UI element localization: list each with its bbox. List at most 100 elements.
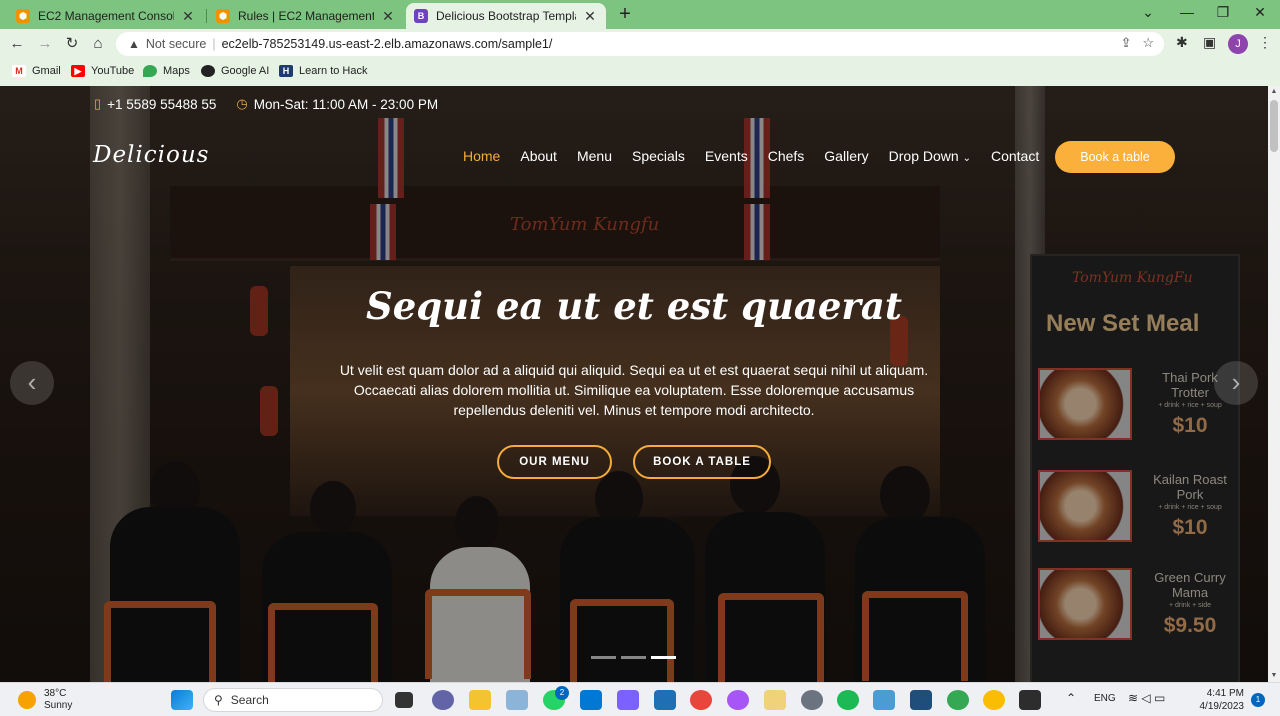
close-tab-icon[interactable]: ✕ [582, 8, 598, 25]
bookmark-maps[interactable]: Maps [143, 65, 190, 77]
windows-taskbar: 38°C Sunny ⚲ Search 2 ⌃ ENG ≋ ◁ ▭ 4:41 P… [0, 682, 1280, 716]
tab-title: Rules | EC2 Management Console [238, 9, 374, 23]
phone-number: +1 5589 55488 55 [107, 96, 217, 112]
chat-icon[interactable] [432, 690, 454, 710]
search-icon: ⚲ [214, 693, 223, 707]
wifi-volume-battery-icons[interactable]: ≋ ◁ ▭ [1128, 691, 1165, 705]
bookmark-label: Learn to Hack [299, 65, 368, 77]
bookmark-gmail[interactable]: M Gmail [12, 65, 61, 77]
nav-specials[interactable]: Specials [632, 148, 685, 164]
tab-delicious[interactable]: B Delicious Bootstrap Template - In ✕ [406, 3, 606, 29]
forward-icon[interactable]: → [34, 34, 56, 54]
carousel-indicators [591, 656, 681, 659]
clock-icon: ◷ [236, 96, 248, 111]
tab-title: Delicious Bootstrap Template - In [436, 9, 576, 23]
nav-home[interactable]: Home [463, 148, 500, 164]
reload-icon[interactable]: ↻ [61, 34, 83, 54]
scroll-thumb[interactable] [1270, 100, 1278, 152]
start-icon[interactable] [171, 690, 193, 710]
aws-favicon-icon: ⬢ [216, 9, 230, 23]
vscode-icon[interactable] [580, 690, 602, 710]
snipping-icon[interactable] [873, 690, 895, 710]
file-explorer-icon[interactable] [469, 690, 491, 710]
chrome-icon[interactable] [690, 690, 712, 710]
tab-strip: ⬢ EC2 Management Console ✕ ⬢ Rules | EC2… [0, 0, 1280, 29]
tab-divider [206, 9, 207, 23]
close-window-icon[interactable]: ✕ [1245, 4, 1275, 21]
carousel-indicator[interactable] [621, 656, 646, 659]
weather-condition: Sunny [44, 700, 73, 711]
aws-favicon-icon: ⬢ [16, 9, 30, 23]
nav-dropdown[interactable]: Drop Down ⌄ [889, 148, 971, 164]
carousel-indicator-active[interactable] [651, 656, 676, 659]
scroll-up-icon[interactable]: ▲ [1268, 86, 1280, 98]
home-icon[interactable]: ⌂ [87, 34, 109, 54]
app-icon[interactable] [727, 690, 749, 710]
notification-badge[interactable]: 1 [1251, 693, 1265, 707]
phone-info: ▯ +1 5589 55488 55 [94, 96, 216, 112]
bookmark-google-ai[interactable]: Google AI [201, 65, 269, 77]
tab-title: EC2 Management Console [38, 9, 174, 23]
carousel-prev-icon[interactable]: ‹ [10, 361, 54, 405]
tab-rules-console[interactable]: ⬢ Rules | EC2 Management Console ✕ [208, 3, 404, 29]
our-menu-button[interactable]: OUR MENU [497, 445, 612, 479]
address-bar[interactable]: ▲ Not secure | ec2elb-785253149.us-east-… [116, 32, 1164, 56]
back-icon[interactable]: ← [6, 34, 28, 54]
carousel-indicator[interactable] [591, 656, 616, 659]
close-tab-icon[interactable]: ✕ [380, 8, 396, 25]
tab-ec2-console[interactable]: ⬢ EC2 Management Console ✕ [8, 3, 204, 29]
task-view-icon[interactable] [395, 692, 413, 708]
tray-chevron-icon[interactable]: ⌃ [1066, 691, 1076, 705]
nav-dropdown-label: Drop Down [888, 148, 959, 164]
security-label[interactable]: Not secure [146, 37, 206, 51]
profile-avatar[interactable]: J [1228, 34, 1248, 54]
tab-search-icon[interactable]: ⌄ [1133, 4, 1163, 21]
extensions-icon[interactable]: ✱ [1176, 34, 1188, 51]
book-table-button[interactable]: Book a table [1055, 141, 1175, 173]
chrome-profile-icon[interactable] [947, 690, 969, 710]
nav-menu-link[interactable]: Menu [577, 148, 612, 164]
notes-icon[interactable] [764, 690, 786, 710]
mail-icon[interactable] [654, 690, 676, 710]
share-bookmark-icons[interactable]: ⇪ ☆ [1121, 35, 1154, 51]
nav-events[interactable]: Events [705, 148, 748, 164]
language-indicator[interactable]: ENG [1094, 693, 1116, 704]
minimize-icon[interactable]: — [1172, 4, 1202, 20]
site-logo[interactable]: Delicious [93, 142, 209, 168]
new-tab-button[interactable]: + [614, 4, 636, 26]
carousel-next-icon[interactable]: › [1214, 361, 1258, 405]
close-tab-icon[interactable]: ✕ [180, 8, 196, 25]
weather-widget[interactable]: 38°C Sunny [18, 688, 72, 712]
scroll-down-icon[interactable]: ▼ [1268, 670, 1280, 682]
google-ai-icon [201, 65, 215, 77]
clock-time: 4:41 PM [1206, 688, 1244, 699]
nav-about[interactable]: About [520, 148, 557, 164]
bookmark-learn-to-hack[interactable]: H Learn to Hack [279, 65, 367, 77]
terminal-icon[interactable] [1019, 690, 1041, 710]
spotify-icon[interactable] [837, 690, 859, 710]
bookmark-youtube[interactable]: ▶ YouTube [71, 65, 134, 77]
hero-section: TomYum Kungfu TomYum KungFu New Set Meal… [0, 86, 1268, 682]
nav-chefs[interactable]: Chefs [768, 148, 805, 164]
copilot-icon[interactable] [617, 690, 639, 710]
maximize-icon[interactable]: ❐ [1208, 4, 1238, 21]
clock-date: 4/19/2023 [1199, 701, 1245, 712]
url-text[interactable]: ec2elb-785253149.us-east-2.elb.amazonaws… [222, 37, 553, 51]
warning-icon[interactable]: ▲ [128, 37, 140, 51]
nav-gallery[interactable]: Gallery [824, 148, 868, 164]
hero-description: Ut velit est quam dolor ad a aliquid qui… [339, 362, 929, 418]
menu-kebab-icon[interactable]: ⋮ [1258, 34, 1272, 51]
nav-contact[interactable]: Contact [991, 148, 1039, 164]
page-scrollbar[interactable]: ▲ ▼ [1268, 86, 1280, 682]
hack-icon: H [279, 65, 293, 77]
taskbar-search[interactable]: ⚲ Search [203, 688, 383, 712]
app-icon[interactable] [910, 690, 932, 710]
photos-icon[interactable] [506, 690, 528, 710]
top-info-bar: ▯ +1 5589 55488 55 ◷ Mon-Sat: 11:00 AM -… [94, 96, 458, 112]
side-panel-icon[interactable]: ▣ [1203, 34, 1216, 51]
chrome-profile-icon[interactable] [983, 690, 1005, 710]
book-a-table-button[interactable]: BOOK A TABLE [633, 445, 771, 479]
bookmark-label: Google AI [221, 65, 270, 77]
settings-icon[interactable] [801, 690, 823, 710]
system-clock[interactable]: 4:41 PM 4/19/2023 [1196, 687, 1245, 713]
